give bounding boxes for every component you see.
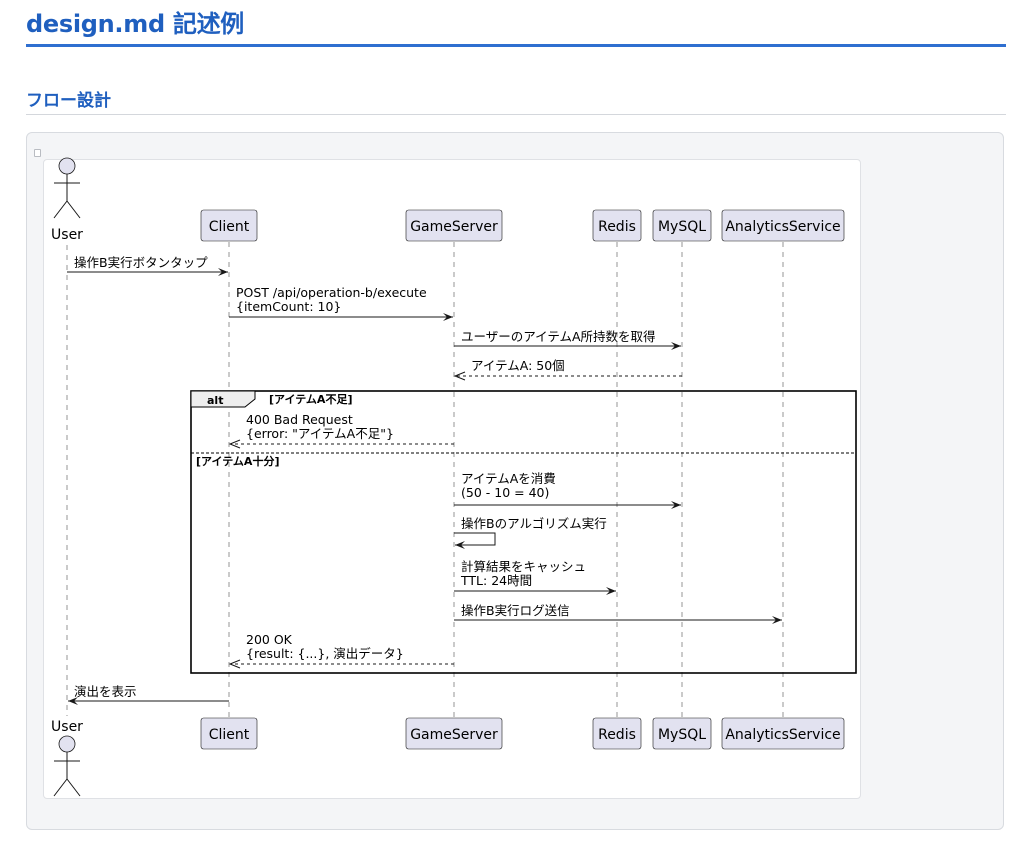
actor-leg-right-user-top	[66, 200, 81, 219]
participant-label-client-bottom: Client	[209, 727, 250, 743]
alt-keyword: alt	[207, 394, 223, 407]
actor-label-user-top: User	[51, 227, 83, 243]
participant-label-mysql-bottom: MySQL	[658, 727, 706, 743]
sequence-diagram: User User Client Client GameServer GameServer…	[51, 157, 857, 797]
message-text-m4-1: アイテムA: 50個	[471, 358, 565, 373]
message-text-m10-2: {result: {...}, 演出データ}	[246, 646, 404, 661]
message-text-m8-1: 計算結果をキャッシュ	[461, 559, 586, 574]
participant-label-gameserver-top: GameServer	[410, 219, 498, 235]
participant-label-redis-bottom: Redis	[598, 727, 636, 743]
participant-label-analytics-bottom: AnalyticsService	[725, 727, 840, 743]
message-text-m8-2: TTL: 24時間	[460, 573, 532, 588]
alt-condition-2: [アイテムA十分]	[196, 454, 279, 468]
actor-leg-left-user-bottom	[53, 778, 68, 797]
message-text-m10-1: 200 OK	[246, 632, 293, 647]
message-text-m5-2: {error: "アイテムA不足"}	[246, 426, 394, 441]
message-text-m11-1: 演出を表示	[74, 684, 137, 699]
actor-leg-right-user-bottom	[66, 778, 81, 797]
actor-leg-left-user-top	[53, 200, 68, 219]
message-text-m2-1: POST /api/operation-b/execute	[236, 285, 427, 300]
message-text-m6-1: アイテムAを消費	[461, 471, 556, 486]
alt-condition-1: [アイテムA不足]	[269, 393, 352, 406]
message-text-m1-1: 操作B実行ボタンタップ	[74, 255, 208, 270]
message-text-m7-1: 操作Bのアルゴリズム実行	[461, 516, 607, 531]
participant-label-gameserver-bottom: GameServer	[410, 727, 498, 743]
message-text-m6-2: (50 - 10 = 40)	[461, 485, 549, 500]
message-text-m9-1: 操作B実行ログ送信	[461, 603, 570, 618]
participant-label-client-top: Client	[209, 219, 250, 235]
actor-head-user-top	[58, 157, 76, 175]
message-text-m3-1: ユーザーのアイテムA所持数を取得	[461, 329, 656, 344]
participant-label-redis-top: Redis	[598, 219, 636, 235]
participant-label-analytics-top: AnalyticsService	[725, 219, 840, 235]
participant-label-mysql-top: MySQL	[658, 219, 706, 235]
actor-head-user-bottom	[58, 735, 76, 753]
actor-label-user-bottom: User	[51, 719, 83, 735]
message-text-m5-1: 400 Bad Request	[246, 412, 353, 427]
message-text-m2-2: {itemCount: 10}	[236, 299, 341, 314]
